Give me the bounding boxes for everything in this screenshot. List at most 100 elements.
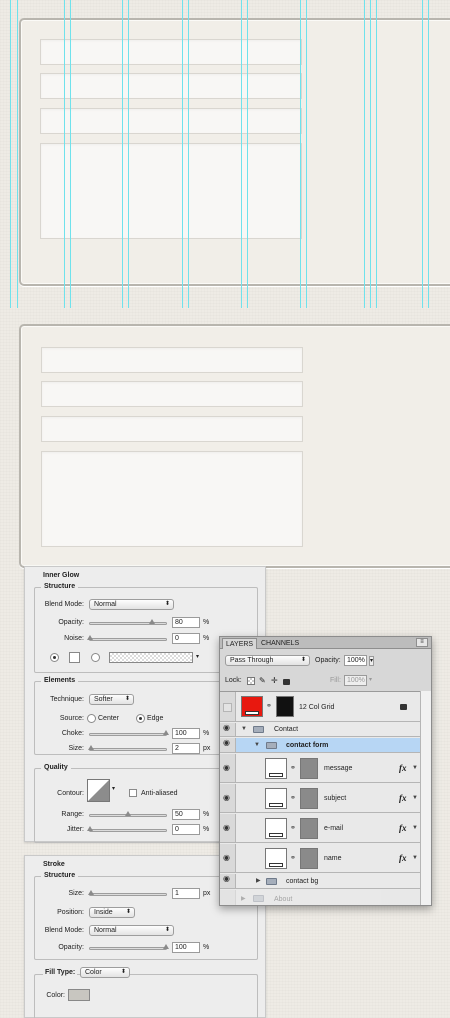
expand-triangle-icon[interactable]: ▶ xyxy=(256,877,261,884)
expand-triangle-icon[interactable]: ▼ xyxy=(254,742,260,748)
noise-slider-thumb[interactable] xyxy=(87,635,93,640)
lock-all-icon[interactable] xyxy=(283,679,290,685)
tab-channels[interactable]: CHANNELS xyxy=(258,638,302,649)
size-slider-thumb[interactable] xyxy=(88,745,94,750)
chevron-down-icon[interactable]: ▼ xyxy=(412,855,418,861)
guide-line xyxy=(122,0,123,308)
layer-row-contact-form[interactable]: ◉ ▼ contact form xyxy=(220,738,420,753)
size-input[interactable]: 1 xyxy=(172,888,200,899)
eye-icon[interactable]: ◉ xyxy=(223,763,230,772)
opacity-slider-thumb[interactable] xyxy=(163,944,169,949)
eye-cell[interactable]: ◉ xyxy=(220,844,236,872)
eye-cell[interactable] xyxy=(220,890,236,905)
size-slider[interactable] xyxy=(88,890,167,896)
jitter-slider-thumb[interactable] xyxy=(87,826,93,831)
noise-slider[interactable] xyxy=(87,635,167,641)
chevron-down-icon[interactable]: ▾ xyxy=(112,785,115,792)
size-slider-thumb[interactable] xyxy=(88,890,94,895)
eye-icon[interactable]: ◉ xyxy=(223,853,230,862)
contour-picker[interactable] xyxy=(87,779,110,802)
eye-cell[interactable] xyxy=(220,692,236,721)
layer-blend-mode-select[interactable]: Pass Through ⬍ xyxy=(225,655,310,666)
layer-row-email[interactable]: ◉ ⚭ e-mail fx ▼ xyxy=(220,814,420,843)
range-slider[interactable] xyxy=(89,811,167,817)
size-slider[interactable] xyxy=(88,745,167,751)
chevron-down-icon[interactable]: ▼ xyxy=(412,765,418,771)
chevron-down-icon[interactable]: ▼ xyxy=(412,795,418,801)
glow-color-swatch[interactable] xyxy=(69,652,80,663)
layer-row-grid[interactable]: ⚭ 12 Col Grid xyxy=(220,692,420,722)
eye-icon[interactable]: ◉ xyxy=(223,793,230,802)
layer-row-contact-bg[interactable]: ◉ ▶ contact bg xyxy=(220,874,420,889)
eye-icon[interactable]: ◉ xyxy=(223,874,230,883)
eye-icon[interactable]: ◉ xyxy=(223,723,230,732)
expand-triangle-icon[interactable]: ▼ xyxy=(241,726,247,732)
layer-row-subject[interactable]: ◉ ⚭ subject fx ▼ xyxy=(220,784,420,813)
stroke-title: Stroke xyxy=(43,861,65,868)
jitter-slider[interactable] xyxy=(87,826,167,832)
layer-row-contact[interactable]: ◉ ▼ Contact xyxy=(220,723,420,737)
chevron-down-icon[interactable]: ▾ xyxy=(369,656,375,666)
eye-icon[interactable]: ◉ xyxy=(223,738,230,747)
eye-cell[interactable]: ◉ xyxy=(220,874,236,888)
opacity-input[interactable]: 100 xyxy=(172,942,200,953)
eye-icon[interactable]: ◉ xyxy=(223,823,230,832)
fx-icon[interactable]: fx xyxy=(399,763,407,773)
fx-icon[interactable]: fx xyxy=(399,793,407,803)
fill-input[interactable]: 100% xyxy=(344,675,367,686)
range-slider-thumb[interactable] xyxy=(125,811,131,816)
source-center-radio[interactable] xyxy=(87,714,96,723)
solid-color-radio[interactable] xyxy=(50,653,59,662)
opacity-slider-thumb[interactable] xyxy=(149,619,156,624)
opacity-input[interactable]: 80 xyxy=(172,617,200,628)
guide-line xyxy=(428,0,429,308)
gradient-radio[interactable] xyxy=(91,653,100,662)
eye-cell[interactable]: ◉ xyxy=(220,814,236,842)
fx-icon[interactable]: fx xyxy=(399,823,407,833)
opacity-slider[interactable] xyxy=(89,944,169,950)
layer-row-name[interactable]: ◉ ⚭ name fx ▼ xyxy=(220,844,420,873)
eye-cell[interactable]: ◉ xyxy=(220,754,236,782)
opacity-slider[interactable] xyxy=(89,619,167,625)
layers-scrollbar[interactable] xyxy=(420,691,431,905)
tab-layers[interactable]: LAYERS xyxy=(222,638,258,649)
lock-transparent-icon[interactable] xyxy=(247,677,255,685)
inner-glow-title: Inner Glow xyxy=(43,572,80,579)
gradient-picker[interactable] xyxy=(109,652,193,663)
layer-row-about[interactable]: ▶ About xyxy=(220,890,420,905)
size-input[interactable]: 2 xyxy=(172,743,200,754)
guide-line xyxy=(64,0,65,308)
blend-mode-select[interactable]: Normal ⬍ xyxy=(89,599,174,610)
fill-label: Fill: xyxy=(330,677,341,684)
chevron-down-icon[interactable]: ▾ xyxy=(196,653,199,660)
lock-icon xyxy=(400,704,407,710)
jitter-input[interactable]: 0 xyxy=(172,824,200,835)
blend-mode-select[interactable]: Normal ⬍ xyxy=(89,925,174,936)
choke-input[interactable]: 100 xyxy=(172,728,200,739)
chevron-down-icon[interactable]: ▼ xyxy=(412,825,418,831)
choke-label: Choke: xyxy=(61,730,84,737)
position-select[interactable]: Inside ⬍ xyxy=(89,907,135,918)
chevron-down-icon[interactable]: ▾ xyxy=(369,676,372,683)
panel-menu-icon[interactable]: ≡ xyxy=(416,638,428,647)
technique-select[interactable]: Softer ⬍ xyxy=(89,694,134,705)
eye-cell[interactable]: ◉ xyxy=(220,738,236,752)
visibility-toggle-empty[interactable] xyxy=(223,703,232,712)
fx-icon[interactable]: fx xyxy=(399,853,407,863)
source-edge-radio[interactable] xyxy=(136,714,145,723)
fill-type-select[interactable]: Color ⬍ xyxy=(80,967,130,978)
eye-cell[interactable]: ◉ xyxy=(220,723,236,736)
lock-position-icon[interactable]: ✛ xyxy=(271,676,278,685)
layer-row-message[interactable]: ◉ ⚭ message fx ▼ xyxy=(220,754,420,783)
stroke-color-swatch[interactable] xyxy=(68,989,90,1001)
layer-opacity-input[interactable]: 100% xyxy=(344,655,367,666)
noise-input[interactable]: 0 xyxy=(172,633,200,644)
anti-aliased-checkbox[interactable] xyxy=(129,789,137,797)
choke-slider[interactable] xyxy=(89,730,169,736)
eye-cell[interactable]: ◉ xyxy=(220,784,236,812)
chain-link-icon: ⚭ xyxy=(290,765,296,772)
range-input[interactable]: 50 xyxy=(172,809,200,820)
lock-image-icon[interactable]: ✎ xyxy=(259,676,266,685)
expand-triangle-icon[interactable]: ▶ xyxy=(241,895,246,902)
choke-slider-thumb[interactable] xyxy=(163,730,169,735)
